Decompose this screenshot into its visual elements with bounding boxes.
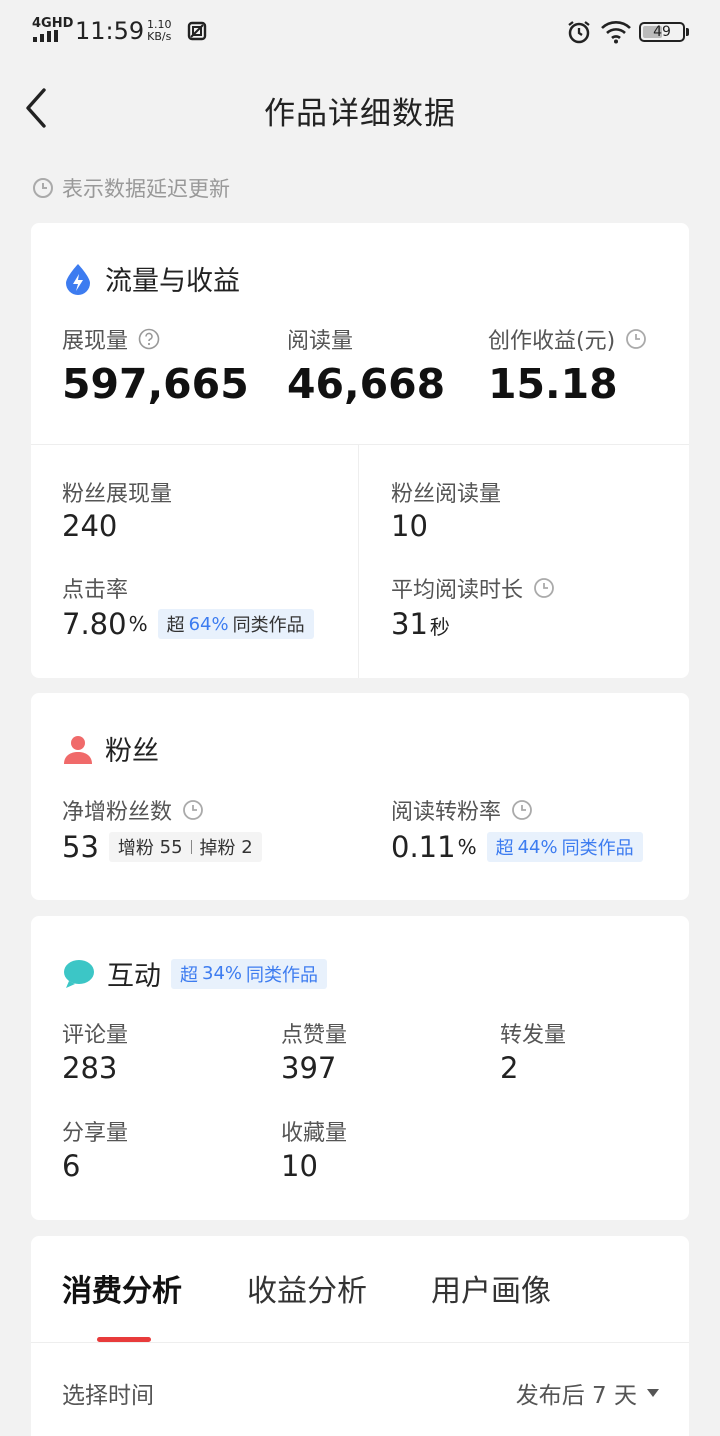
likes-label: 点赞量 <box>281 1023 348 1048</box>
net-fans-value: 53 增粉 55 掉粉 2 <box>62 830 262 864</box>
fan-reads-label: 粉丝阅读量 <box>391 482 502 507</box>
fan-impressions-value: 240 <box>62 509 118 543</box>
caret-down-icon <box>647 1389 659 1397</box>
reposts-value: 2 <box>500 1051 519 1085</box>
interaction-compare-badge: 超 34% 同类作品 <box>171 958 328 989</box>
interaction-card-title: 互动 超 34% 同类作品 <box>63 954 328 993</box>
conversion-value: 0.11 % 超 44% 同类作品 <box>391 830 643 864</box>
comments-value: 283 <box>62 1051 118 1085</box>
page-title: 作品详细数据 <box>264 96 456 132</box>
user-icon <box>64 735 92 764</box>
avg-time-value: 31 秒 <box>391 607 450 641</box>
comments-label: 评论量 <box>62 1023 129 1048</box>
ctr-compare-badge: 超 64% 同类作品 <box>157 609 314 639</box>
reposts-label: 转发量 <box>500 1023 567 1048</box>
screenshot-icon <box>187 21 207 41</box>
signal-icon <box>33 30 58 42</box>
traffic-card: 流量与收益 展现量 597,665 阅读量 46,668 创作收益(元) 15.… <box>31 223 689 678</box>
earnings-label: 创作收益(元) <box>488 323 647 355</box>
clock-icon <box>183 800 203 820</box>
favorites-label: 收藏量 <box>281 1121 348 1146</box>
clock-icon <box>512 800 532 820</box>
interaction-card: 互动 超 34% 同类作品 评论量 283 点赞量 397 转发量 2 分享量 … <box>31 916 689 1220</box>
traffic-card-title: 流量与收益 <box>63 259 240 298</box>
fans-card-title: 粉丝 <box>63 729 159 768</box>
help-icon[interactable] <box>138 328 160 350</box>
analysis-tabs-card: 消费分析 收益分析 用户画像 选择时间 发布后 7 天 <box>31 1236 689 1436</box>
likes-value: 397 <box>281 1051 337 1085</box>
battery-cap <box>686 28 689 36</box>
divider <box>31 1342 689 1343</box>
clock-icon <box>626 329 647 349</box>
shares-value: 6 <box>62 1149 81 1183</box>
conversion-label: 阅读转粉率 <box>391 794 533 826</box>
shares-label: 分享量 <box>62 1121 129 1146</box>
impressions-label: 展现量 <box>62 323 160 355</box>
status-bar: 4GHD 11:59 1.10 KB/s 49 <box>0 0 720 64</box>
fans-change-badge: 增粉 55 掉粉 2 <box>108 832 262 862</box>
reads-value: 46,668 <box>287 360 446 408</box>
tab-earnings[interactable]: 收益分析 <box>247 1266 367 1310</box>
divider <box>31 444 689 445</box>
clock: 11:59 <box>75 17 145 45</box>
delay-notice: 表示数据延迟更新 <box>32 174 230 202</box>
chat-bubble-icon <box>64 959 94 988</box>
battery-icon: 49 <box>639 22 685 42</box>
alarm-icon <box>568 21 590 44</box>
network-type: 4GHD <box>32 16 74 31</box>
divider <box>358 445 359 678</box>
time-select-label: 选择时间 <box>62 1383 154 1409</box>
net-fans-label: 净增粉丝数 <box>62 794 204 826</box>
clock-icon <box>33 178 53 198</box>
reads-label: 阅读量 <box>287 329 354 354</box>
fans-card: 粉丝 净增粉丝数 53 增粉 55 掉粉 2 阅读转粉率 0.11 % 超 44… <box>31 693 689 900</box>
fan-reads-value: 10 <box>391 509 428 543</box>
nav-bar: 作品详细数据 <box>0 70 720 144</box>
tab-user-profile[interactable]: 用户画像 <box>431 1266 551 1310</box>
ctr-value: 7.80 % 超 64% 同类作品 <box>62 607 314 641</box>
favorites-value: 10 <box>281 1149 318 1183</box>
tab-consumption[interactable]: 消费分析 <box>62 1266 182 1310</box>
ctr-label: 点击率 <box>62 578 129 603</box>
earnings-value: 15.18 <box>488 360 618 408</box>
wifi-icon <box>601 21 631 44</box>
time-range-dropdown[interactable]: 发布后 7 天 <box>516 1376 659 1410</box>
fan-impressions-label: 粉丝展现量 <box>62 482 173 507</box>
lightning-drop-icon <box>66 263 90 295</box>
clock-icon <box>534 578 554 598</box>
notice-text: 表示数据延迟更新 <box>62 177 230 201</box>
conversion-compare-badge: 超 44% 同类作品 <box>486 832 643 862</box>
impressions-value: 597,665 <box>62 360 249 408</box>
avg-time-label: 平均阅读时长 <box>391 572 555 604</box>
network-speed: 1.10 KB/s <box>147 18 172 43</box>
